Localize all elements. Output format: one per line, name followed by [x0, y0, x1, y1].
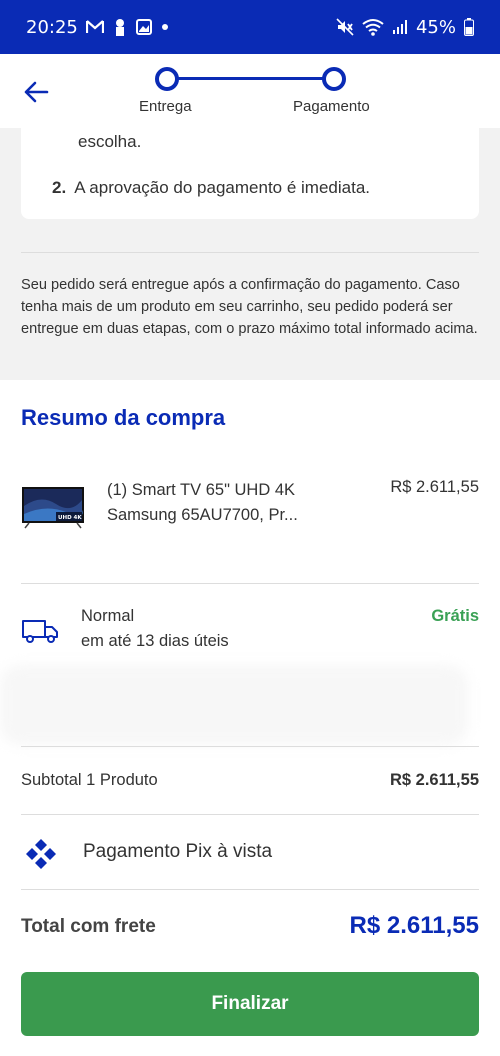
subtotal-label: Subtotal 1 Produto: [21, 771, 158, 789]
product-price: R$ 2.611,55: [390, 478, 479, 496]
shipping-price: Grátis: [431, 607, 479, 625]
payment-method-label: Pagamento Pix à vista: [83, 841, 273, 862]
step-dot-entrega[interactable]: [155, 67, 179, 91]
payment-info-section: escolha. 2. A aprovação do pagamento é im…: [0, 128, 500, 380]
step-label-pagamento: Pagamento: [293, 98, 370, 115]
payment-steps-card: escolha. 2. A aprovação do pagamento é im…: [21, 128, 479, 219]
payment-method-row[interactable]: Pagamento Pix à vista: [21, 832, 479, 882]
step-connector: [178, 77, 323, 80]
checkout-header: Entrega Pagamento: [0, 54, 500, 128]
divider: [21, 889, 479, 890]
finalize-button[interactable]: Finalizar: [21, 972, 479, 1036]
pix-icon: [25, 838, 57, 870]
divider: [21, 746, 479, 747]
truck-icon: [21, 617, 61, 645]
summary-title: Resumo da compra: [21, 405, 226, 430]
status-left-icons: [85, 18, 169, 36]
status-bar: 20:25 45%: [0, 0, 500, 54]
delivery-notice: Seu pedido será entregue após a confirma…: [21, 277, 478, 337]
mute-icon: [336, 18, 354, 36]
total-label: Total com frete: [21, 916, 156, 937]
checkout-stepper: Entrega Pagamento: [0, 54, 500, 128]
gmail-icon: [85, 20, 104, 34]
product-thumbnail: UHD 4K: [21, 486, 85, 530]
shipping-time: em até 13 dias úteis: [81, 632, 229, 650]
order-summary: Resumo da compra UHD 4K (1) Smart TV 65"…: [0, 380, 500, 1056]
payment-step-2: 2. A aprovação do pagamento é imediata.: [52, 178, 370, 198]
total-value: R$ 2.611,55: [349, 912, 479, 939]
person-pin-icon: [113, 18, 127, 36]
divider: [21, 252, 479, 253]
payment-step-2-text: A aprovação do pagamento é imediata.: [74, 178, 371, 197]
status-right: 45%: [336, 17, 474, 38]
payment-step-1-tail: escolha.: [78, 132, 142, 151]
wifi-icon: [362, 18, 384, 36]
divider: [21, 814, 479, 815]
divider: [21, 583, 479, 584]
product-name: (1) Smart TV 65" UHD 4K Samsung 65AU7700…: [107, 481, 298, 524]
shipping-type: Normal: [81, 607, 135, 625]
blurred-region: [0, 665, 468, 745]
dot-icon: [161, 23, 169, 31]
gallery-icon: [135, 19, 152, 35]
step-label-entrega: Entrega: [139, 98, 192, 115]
product-thumb-badge: UHD 4K: [58, 515, 82, 521]
signal-icon: [392, 19, 408, 35]
battery-percent: 45%: [415, 16, 456, 38]
battery-icon: [464, 18, 474, 36]
subtotal-value: R$ 2.611,55: [390, 771, 479, 789]
step-dot-pagamento[interactable]: [322, 67, 346, 91]
payment-step-2-number: 2.: [52, 178, 67, 197]
status-time: 20:25: [26, 16, 78, 38]
checkout-content: escolha. 2. A aprovação do pagamento é im…: [0, 128, 500, 1056]
